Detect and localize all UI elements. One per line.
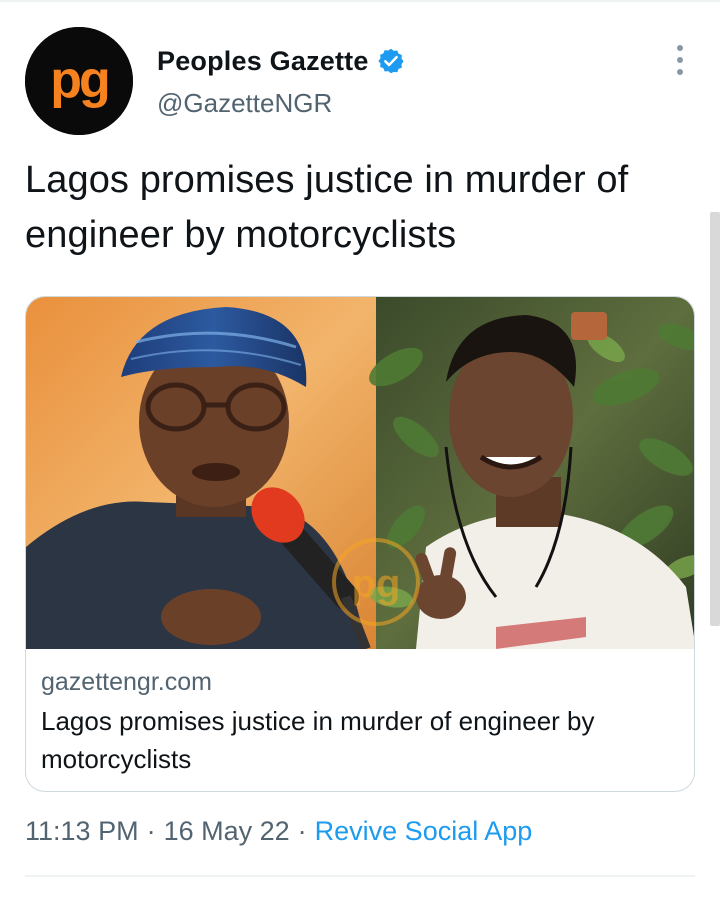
bottom-divider — [25, 875, 695, 877]
svg-text:pg: pg — [50, 51, 108, 109]
tweet-metadata: 11:13 PM · 16 May 22 · Revive Social App — [25, 816, 532, 847]
more-options-icon[interactable] — [664, 40, 696, 80]
tweet-date[interactable]: 16 May 22 — [164, 816, 290, 847]
scrollbar[interactable] — [710, 212, 720, 626]
link-domain: gazettengr.com — [41, 668, 212, 696]
tweet-time[interactable]: 11:13 PM — [25, 816, 139, 847]
svg-text:pg: pg — [352, 562, 401, 606]
separator: · — [146, 816, 156, 846]
author-display-name[interactable]: Peoples Gazette — [157, 46, 369, 77]
verified-badge-icon — [377, 47, 405, 75]
more-dot — [677, 57, 683, 63]
link-title: Lagos promises justice in murder of engi… — [41, 706, 595, 774]
link-preview-meta[interactable]: gazettengr.com Lagos promises justice in… — [41, 665, 681, 778]
author-handle[interactable]: @GazetteNGR — [157, 88, 332, 119]
tweet-detail-view: pg Peoples Gazette @GazetteNGR Lagos pro… — [0, 0, 720, 900]
top-divider — [0, 0, 720, 2]
separator: · — [297, 816, 307, 846]
more-dot — [677, 45, 683, 51]
tweet-text: Lagos promises justice in murder of engi… — [25, 159, 629, 256]
link-preview-card[interactable]: pg gazettengr.com Lagos promises justice… — [25, 296, 695, 792]
author-avatar[interactable]: pg — [25, 27, 133, 135]
link-preview-image[interactable]: pg — [26, 297, 694, 649]
author-name-row[interactable]: Peoples Gazette — [157, 44, 405, 78]
peoples-gazette-logo: pg — [25, 27, 133, 135]
source-app-link[interactable]: Revive Social App — [315, 816, 533, 847]
more-dot — [677, 69, 683, 75]
